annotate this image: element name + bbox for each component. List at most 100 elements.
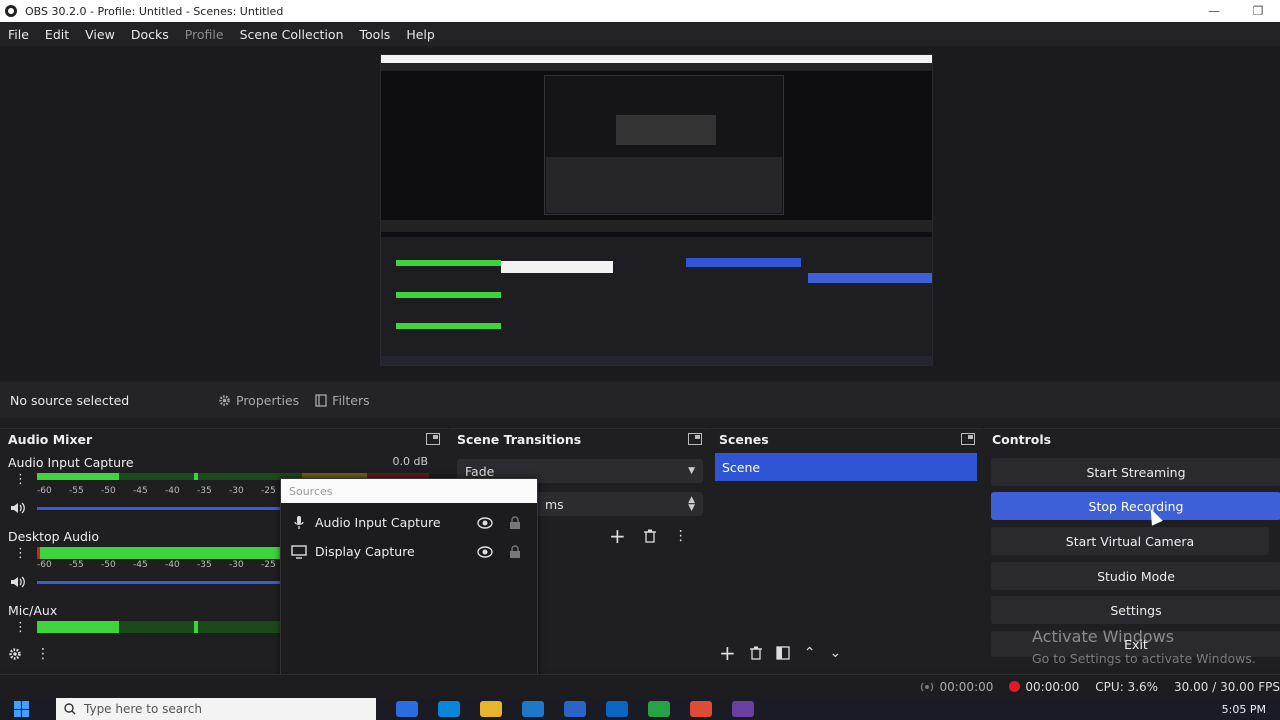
channel-name: Desktop Audio xyxy=(8,529,100,544)
window-title: OBS 30.2.0 - Profile: Untitled - Scenes:… xyxy=(25,4,284,18)
stream-status: 00:00:00 xyxy=(920,680,993,694)
mail-icon[interactable] xyxy=(564,701,586,717)
scenes-header: Scenes xyxy=(711,429,983,449)
menu-docks[interactable]: Docks xyxy=(123,27,177,42)
title-bar: OBS 30.2.0 - Profile: Untitled - Scenes:… xyxy=(0,0,1280,22)
edge-icon[interactable] xyxy=(438,701,460,717)
preview-mini-sourcebar xyxy=(381,220,932,232)
sources-dock-floating: Sources Audio Input Capture Display Capt… xyxy=(280,478,538,703)
move-down-icon[interactable]: ⌄ xyxy=(830,645,842,661)
chrome-icon[interactable] xyxy=(690,701,712,717)
source-item[interactable]: Audio Input Capture xyxy=(281,508,537,537)
controls-title: Controls xyxy=(992,431,1052,447)
preview-area xyxy=(0,46,1280,380)
filters-button[interactable]: Filters xyxy=(307,387,377,413)
meter-ticks: -60 -55 -50 -45 -40 -35 -30 -25 xyxy=(37,560,293,570)
store-icon[interactable] xyxy=(522,701,544,717)
gear-icon[interactable] xyxy=(8,647,22,661)
broadcast-icon xyxy=(921,682,934,691)
studio-mode-button[interactable]: Studio Mode xyxy=(991,562,1280,590)
maximize-button[interactable]: ❐ xyxy=(1236,0,1280,22)
menu-help[interactable]: Help xyxy=(398,27,443,42)
audio-mixer-title: Audio Mixer xyxy=(8,431,93,447)
obs-taskbar-icon[interactable] xyxy=(732,701,754,717)
menu-view[interactable]: View xyxy=(77,27,123,42)
meter-peak xyxy=(194,621,198,633)
scenes-dock: Scenes Scene + ⌃ ⌄ xyxy=(711,428,983,668)
folder-icon[interactable] xyxy=(480,701,502,717)
kebab-menu-icon[interactable]: ⋮ xyxy=(14,547,27,560)
kebab-menu-icon[interactable]: ⋮ xyxy=(674,528,688,544)
trash-icon[interactable] xyxy=(643,529,656,543)
channel-name: Audio Input Capture xyxy=(8,455,134,470)
kebab-menu-icon[interactable]: ⋮ xyxy=(14,621,27,634)
source-toolbar: No source selected Properties Filters xyxy=(0,382,1280,418)
eye-icon[interactable] xyxy=(477,545,493,558)
meter-ticks: -60 -55 -50 -45 -40 -35 -30 -25 xyxy=(37,486,293,496)
whatsapp-icon[interactable] xyxy=(648,701,670,717)
undock-icon[interactable] xyxy=(961,433,975,445)
audio-mixer-header: Audio Mixer xyxy=(0,429,448,449)
controls-header: Controls xyxy=(984,429,1280,449)
undock-icon[interactable] xyxy=(688,433,702,445)
obs-logo-icon xyxy=(5,5,17,17)
start-virtual-camera-button[interactable]: Start Virtual Camera xyxy=(991,527,1269,555)
trash-icon[interactable] xyxy=(749,646,762,660)
preview-mini-sources-head xyxy=(501,261,613,273)
lock-icon[interactable] xyxy=(509,515,521,530)
scenes-toolbar: + ⌃ ⌄ xyxy=(711,638,983,668)
properties-button[interactable]: Properties xyxy=(210,387,307,413)
eye-icon[interactable] xyxy=(477,516,493,529)
undock-icon[interactable] xyxy=(426,433,440,445)
minimize-button[interactable]: — xyxy=(1192,0,1236,22)
source-item[interactable]: Display Capture xyxy=(281,537,537,566)
tick-label: -60 xyxy=(37,560,52,570)
scene-list-item[interactable]: Scene xyxy=(715,453,977,481)
spin-arrows-icon[interactable]: ▲ ▼ xyxy=(688,496,695,513)
activate-windows-watermark: Activate Windows xyxy=(1032,627,1175,646)
preview-mini-docks xyxy=(381,237,932,362)
transition-value: Fade xyxy=(465,463,495,479)
meter-fill xyxy=(37,547,280,559)
gear-icon xyxy=(219,394,230,406)
tick-label: -30 xyxy=(229,560,244,570)
preview-nested-docks xyxy=(546,157,782,213)
sources-header: Sources xyxy=(281,479,537,503)
search-icon xyxy=(64,703,76,715)
preview-nested-block xyxy=(616,115,716,145)
speaker-icon[interactable] xyxy=(10,575,26,589)
program-preview[interactable] xyxy=(380,54,933,366)
filter-icon[interactable] xyxy=(776,646,790,660)
move-up-icon[interactable]: ⌃ xyxy=(804,645,816,661)
record-time: 00:00:00 xyxy=(1025,679,1080,694)
kebab-menu-icon[interactable]: ⋮ xyxy=(14,473,27,486)
menu-edit[interactable]: Edit xyxy=(37,27,77,42)
scene-transitions-header: Scene Transitions xyxy=(449,429,710,449)
start-streaming-button[interactable]: Start Streaming xyxy=(991,458,1280,486)
taskbar-app-icon[interactable] xyxy=(396,701,418,717)
menu-scene-collection[interactable]: Scene Collection xyxy=(232,27,352,42)
linkedin-icon[interactable] xyxy=(606,701,628,717)
add-icon[interactable]: + xyxy=(719,641,736,665)
taskbar-search[interactable]: Type here to search xyxy=(56,698,376,720)
add-icon[interactable]: + xyxy=(609,524,626,548)
settings-button[interactable]: Settings xyxy=(991,596,1280,624)
cpu-usage: CPU: 3.6% xyxy=(1095,679,1159,694)
preview-mini-stop-recording xyxy=(808,273,932,283)
speaker-icon[interactable] xyxy=(10,501,26,515)
activate-windows-hint: Go to Settings to activate Windows. xyxy=(1032,651,1256,666)
kebab-menu-icon[interactable]: ⋮ xyxy=(36,646,50,662)
preview-mini-meter xyxy=(396,292,501,298)
stop-recording-button[interactable]: Stop Recording xyxy=(991,492,1280,520)
record-status: 00:00:00 xyxy=(1009,680,1079,694)
scene-transitions-title: Scene Transitions xyxy=(457,431,582,447)
channel-db: 0.0 dB xyxy=(392,455,428,468)
menu-profile[interactable]: Profile xyxy=(177,27,232,42)
source-name: Display Capture xyxy=(315,544,415,559)
menu-tools[interactable]: Tools xyxy=(352,27,399,42)
menu-file[interactable]: File xyxy=(0,27,37,42)
windows-start-icon[interactable] xyxy=(14,701,36,717)
source-name: Audio Input Capture xyxy=(315,515,441,530)
microphone-icon xyxy=(291,515,307,531)
lock-icon[interactable] xyxy=(509,544,521,559)
